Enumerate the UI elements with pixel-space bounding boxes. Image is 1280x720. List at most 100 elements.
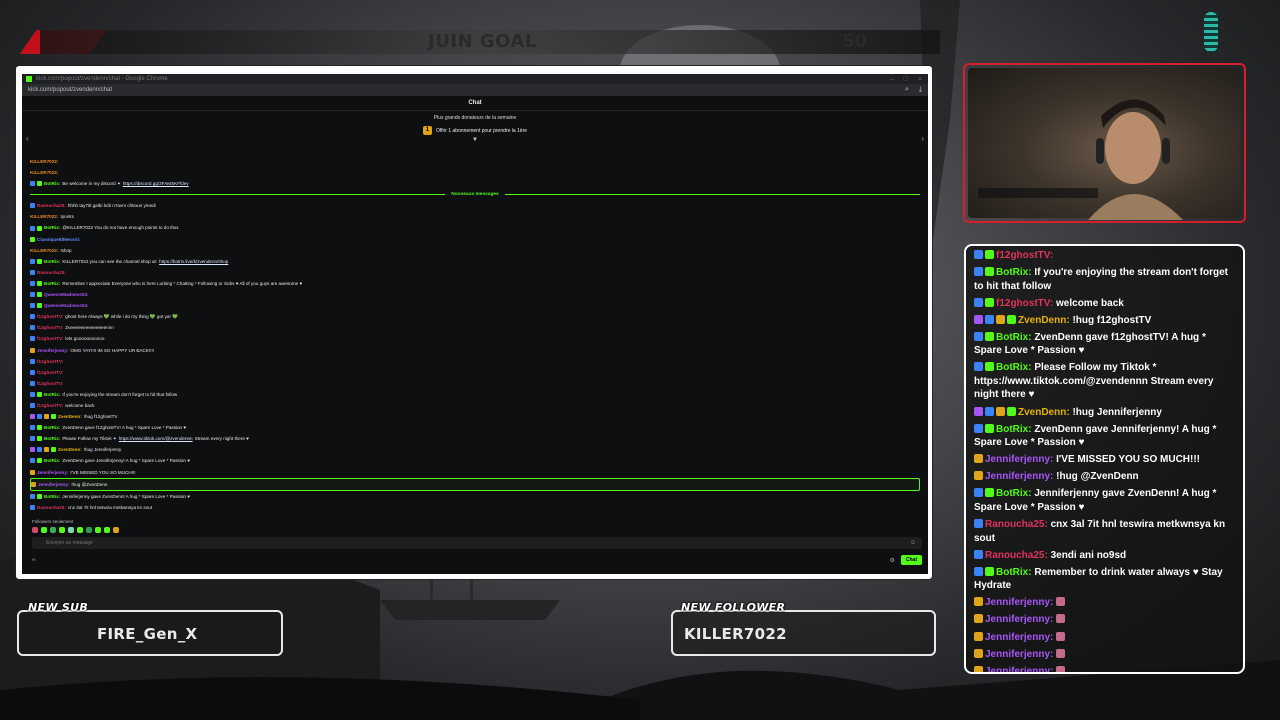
chat-message[interactable]: Ranoucha25: cnx 3al 7it hnl teswira metk… xyxy=(30,502,920,513)
chat-message-input[interactable] xyxy=(32,539,848,547)
emote-icon[interactable] xyxy=(50,527,56,533)
chat-message[interactable]: ClassiqueElMessiri: xyxy=(30,234,920,245)
close-icon[interactable]: × xyxy=(918,76,922,83)
chat-username[interactable]: Jenniferjenny: xyxy=(38,479,69,490)
chat-username[interactable]: ClassiqueElMessiri: xyxy=(37,234,80,245)
chat-message[interactable]: KILLER7022: xyxy=(30,167,920,178)
subscriber-badge-icon xyxy=(974,597,983,607)
chat-username[interactable]: BotRix: xyxy=(44,433,60,444)
chat-username[interactable]: ZvenDenn: xyxy=(58,411,82,422)
chat-message[interactable]: Ranoucha25: xyxy=(30,267,920,278)
minimize-icon[interactable]: – xyxy=(890,76,894,83)
settings-gear-icon[interactable]: ⚙ xyxy=(889,557,894,564)
zoom-icon[interactable]: ⌕ xyxy=(905,86,909,94)
send-chat-button[interactable]: Chat xyxy=(900,555,922,565)
chat-username[interactable]: Ranoucha25: xyxy=(37,502,66,513)
chat-message[interactable]: BotRix: Jenniferjenny gave ZvenDenn! A h… xyxy=(30,491,920,502)
chat-username[interactable]: ZvenDenn: xyxy=(58,444,82,455)
chat-message[interactable]: f12ghostTV: xyxy=(30,356,920,367)
chat-message[interactable]: BotRix: Remember I appreciate Everyone w… xyxy=(30,278,920,289)
chat-username[interactable]: f12ghostTV: xyxy=(37,311,63,322)
chat-username[interactable]: QueenieMadness04: xyxy=(44,300,88,311)
chat-username[interactable]: Ranoucha25: xyxy=(37,267,66,278)
chat-message[interactable]: BotRix: ZvenDenn gave Jenniferjenny! A h… xyxy=(30,455,920,466)
chat-message[interactable]: f12ghostTV: xyxy=(30,367,920,378)
address-bar[interactable]: kick.com/popout/zvendenn/chat ⌕ ⤓ xyxy=(22,84,928,96)
chat-username[interactable]: BotRix: xyxy=(44,178,60,189)
chat-message[interactable]: f12ghostTV: xyxy=(30,378,920,389)
emoji-picker-icon[interactable]: ☺ xyxy=(910,540,916,546)
chat-message[interactable]: BotRix: Be welcome in my discord ✦ https… xyxy=(30,178,920,189)
chat-username[interactable]: f12ghostTV: xyxy=(37,322,63,333)
emote-row[interactable] xyxy=(32,527,119,533)
chat-message[interactable]: KILLER7022: xyxy=(30,156,920,167)
maximize-icon[interactable]: □ xyxy=(904,76,908,83)
chat-message-text: welcome back xyxy=(65,402,95,408)
donors-row[interactable]: 1 Offrir 1 abonnement pour prendre la 1è… xyxy=(22,126,928,135)
chat-message[interactable]: QueenieMadness04: xyxy=(30,289,920,300)
emote-icon[interactable] xyxy=(41,527,47,533)
chat-message[interactable]: BotRix: If you're enjoying the stream do… xyxy=(30,389,920,400)
url-text[interactable]: kick.com/popout/zvendenn/chat xyxy=(28,87,112,93)
chat-username[interactable]: Jenniferjenny: xyxy=(37,467,68,478)
chat-message[interactable]: Jenniferjenny: !hug @ZvenDenn xyxy=(30,477,920,491)
chat-message[interactable]: KILLER7022: !points xyxy=(30,211,920,222)
window-controls[interactable]: – □ × xyxy=(890,76,928,83)
chat-username[interactable]: BotRix: xyxy=(44,491,60,502)
chat-log[interactable]: KILLER7022: KILLER7022: BotRix: Be welcome… xyxy=(30,156,920,526)
points-indicator[interactable]: ∞ xyxy=(32,557,36,563)
chat-username[interactable]: BotRix: xyxy=(44,256,60,267)
chat-message[interactable]: f12ghostTV: welcome back xyxy=(30,400,920,411)
emote-icon[interactable] xyxy=(113,527,119,533)
chat-username[interactable]: Jenniferjenny: xyxy=(37,345,68,356)
chat-message[interactable]: BotRix: KILLER7022 you can see the chann… xyxy=(30,256,920,267)
chat-username[interactable]: f12ghostTV: xyxy=(37,367,63,378)
chat-message[interactable]: ZvenDenn: !hug Jenniferjenny xyxy=(30,444,920,455)
chat-message[interactable]: BotRix: @KILLER7022 You do not have enou… xyxy=(30,222,920,233)
chat-input-wrapper[interactable]: ☺ xyxy=(32,537,922,549)
emote-icon[interactable] xyxy=(68,527,74,533)
chat-message[interactable]: f12ghostTV: Zveeeeeeeeeeeeeennn xyxy=(30,322,920,333)
emote-icon[interactable] xyxy=(95,527,101,533)
emote-icon[interactable] xyxy=(59,527,65,533)
chat-message[interactable]: Jenniferjenny: OMG YAY!!!! IM SO HAPPY U… xyxy=(30,345,920,356)
chat-link[interactable]: https://botrix.live/k/zvendenn/shop xyxy=(159,256,228,267)
chat-message[interactable]: KILLER7022: !shop xyxy=(30,245,920,256)
emote-icon[interactable] xyxy=(104,527,110,533)
chat-link[interactable]: https://www.tiktok.com/@zvendennn xyxy=(119,433,193,444)
chat-username[interactable]: BotRix: xyxy=(44,222,60,233)
chat-username[interactable]: QueenieMadness04: xyxy=(44,289,88,300)
chat-message[interactable]: BotRix: Please Follow my Tiktok ✦ https:… xyxy=(30,433,920,444)
chat-username[interactable]: f12ghostTV: xyxy=(37,400,63,411)
chat-username[interactable]: BotRix: xyxy=(44,422,60,433)
chat-username[interactable]: f12ghostTV: xyxy=(37,333,63,344)
emote-icon[interactable] xyxy=(86,527,92,533)
chat-username[interactable]: Ranoucha25: xyxy=(37,200,66,211)
chat-message[interactable]: f12ghostTV: lets gooooooooooo xyxy=(30,333,920,344)
emote-icon[interactable] xyxy=(32,527,38,533)
chat-username[interactable]: KILLER7022: xyxy=(30,245,58,256)
chat-message[interactable]: BotRix: ZvenDenn gave f12ghostTV! A hug … xyxy=(30,422,920,433)
chevron-right-icon[interactable]: › xyxy=(921,134,924,143)
webcam-frame xyxy=(963,63,1246,223)
chat-username[interactable]: BotRix: xyxy=(44,278,60,289)
donors-cta[interactable]: Offrir 1 abonnement pour prendre la 1ère xyxy=(436,128,527,134)
chevron-left-icon[interactable]: ‹ xyxy=(26,134,29,143)
download-icon[interactable]: ⤓ xyxy=(919,86,922,94)
chat-message[interactable]: ZvenDenn: !hug f12ghostTV xyxy=(30,411,920,422)
emote-icon[interactable] xyxy=(77,527,83,533)
chat-username[interactable]: f12ghostTV: xyxy=(37,378,63,389)
chat-username[interactable]: KILLER7022: xyxy=(30,211,58,222)
chat-message[interactable]: QueenieMadness04: xyxy=(30,300,920,311)
chat-username[interactable]: KILLER7022: xyxy=(30,156,58,167)
chat-message[interactable]: Ranoucha25: hhhh tay7itl galbi bdit n7av… xyxy=(30,200,920,211)
chat-username[interactable]: BotRix: xyxy=(44,455,60,466)
chat-message[interactable]: Jenniferjenny: I'VE MISSED YOU SO MUCH!!… xyxy=(30,467,920,478)
chat-message[interactable]: f12ghostTV: ghost here Always 💚 while i … xyxy=(30,311,920,322)
overlay-chat-message: Jenniferjenny: xyxy=(974,596,1235,610)
chevron-down-icon[interactable]: ▼ xyxy=(22,137,928,143)
chat-username[interactable]: f12ghostTV: xyxy=(37,356,63,367)
chat-username[interactable]: BotRix: xyxy=(44,389,60,400)
chat-link[interactable]: https://discord.gg/3FAMSKFfdev xyxy=(123,178,189,189)
chat-username[interactable]: KILLER7022: xyxy=(30,167,58,178)
